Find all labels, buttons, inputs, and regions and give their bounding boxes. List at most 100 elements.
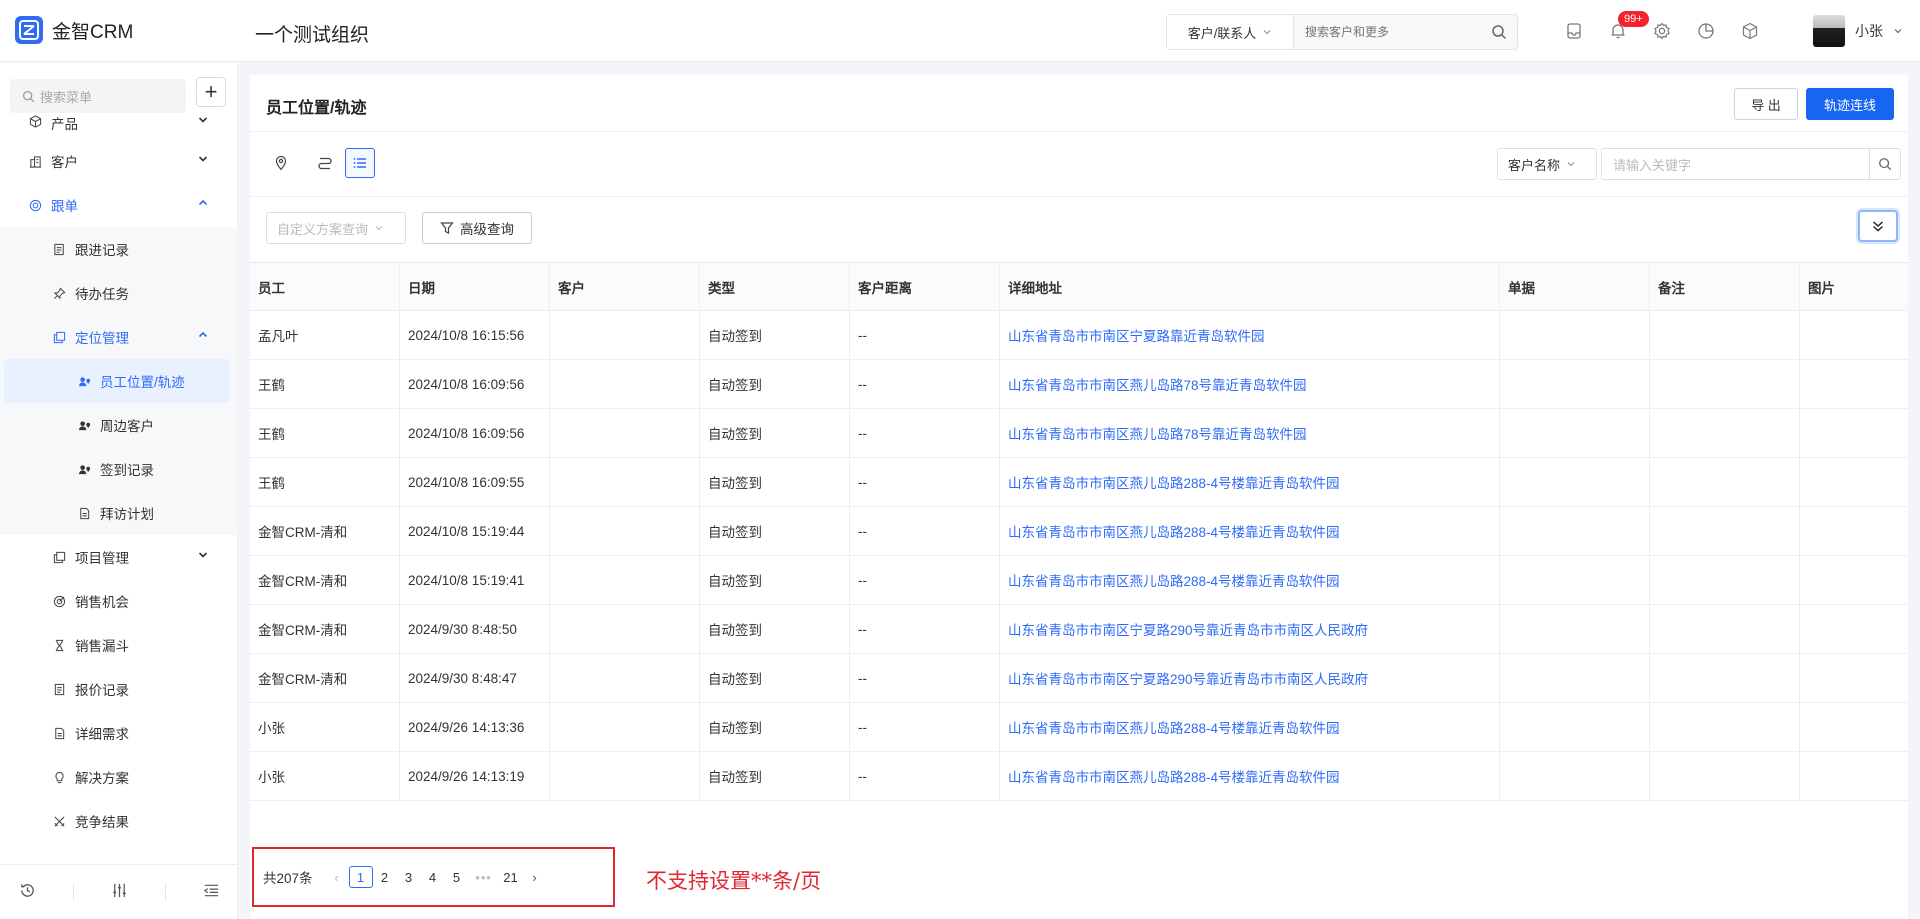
address-link[interactable]: 山东省青岛市市南区宁夏路靠近青岛软件园 [1000, 311, 1500, 359]
chevron-down-icon [1894, 29, 1902, 34]
advanced-query-button[interactable]: 高级查询 [422, 212, 532, 244]
history-icon[interactable] [19, 882, 36, 902]
table-row[interactable]: 王鹤 2024/10/8 16:09:56 自动签到 -- 山东省青岛市市南区燕儿岛路7… [250, 409, 1908, 458]
bell-icon[interactable]: 99+ [1608, 11, 1649, 41]
user-menu[interactable]: 小张 [1813, 15, 1903, 47]
chevron-down-icon [1567, 162, 1575, 167]
address-link[interactable]: 山东省青岛市市南区宁夏路290号靠近青岛市市南区人民政府 [1000, 654, 1500, 702]
app-logo[interactable]: 金智CRM [15, 16, 133, 44]
sidebar-item-sales-funnel[interactable]: 销售漏斗 [0, 623, 238, 667]
table-cell: -- [850, 409, 1000, 457]
table-cell: 自动签到 [700, 458, 850, 506]
route-view-toggle[interactable] [310, 148, 340, 178]
sidebar-item-project-management[interactable]: 项目管理 [0, 535, 238, 579]
custom-query-select[interactable]: 自定义方案查询 [266, 212, 406, 244]
sidebar-item-employee-track[interactable]: 员工位置/轨迹 [4, 359, 230, 403]
sidebar-item-quote-records[interactable]: 报价记录 [0, 667, 238, 711]
prev-page-icon[interactable]: ‹ [325, 866, 349, 888]
sidebar-item-follow-records[interactable]: 跟进记录 [0, 227, 238, 271]
column-header[interactable]: 备注 [1650, 263, 1800, 310]
address-link[interactable]: 山东省青岛市市南区燕儿岛路288-4号楼靠近青岛软件园 [1000, 703, 1500, 751]
table-row[interactable]: 金智CRM-清和 2024/9/30 8:48:47 自动签到 -- 山东省青岛市市南区… [250, 654, 1908, 703]
global-search-input[interactable] [1294, 15, 1481, 49]
sidebar-item-solutions[interactable]: 解决方案 [0, 755, 238, 799]
column-header[interactable]: 客户距离 [850, 263, 1000, 310]
column-header[interactable]: 类型 [700, 263, 850, 310]
column-header[interactable]: 详细地址 [1000, 263, 1500, 310]
menu-search-input[interactable]: 搜索菜单 [10, 79, 186, 113]
table-row[interactable]: 小张 2024/9/26 14:13:19 自动签到 -- 山东省青岛市市南区燕儿岛路2… [250, 752, 1908, 801]
column-header[interactable]: 图片 [1800, 263, 1908, 310]
sidebar-item-todo[interactable]: 待办任务 [0, 271, 238, 315]
chevron-down-icon [198, 115, 208, 128]
table-cell [1650, 507, 1800, 555]
column-header[interactable]: 单据 [1500, 263, 1650, 310]
sidebar-item-location-management[interactable]: 定位管理 [0, 315, 238, 359]
page-number[interactable]: 5 [445, 866, 469, 888]
keyword-input[interactable]: 请输入关键字 [1601, 148, 1869, 180]
document-icon [51, 681, 67, 697]
add-button[interactable]: + [196, 77, 226, 107]
sidebar-item-detailed-requirements[interactable]: 详细需求 [0, 711, 238, 755]
table-cell: -- [850, 360, 1000, 408]
export-button[interactable]: 导 出 [1734, 88, 1798, 120]
building-icon [27, 153, 43, 169]
table-row[interactable]: 小张 2024/9/26 14:13:36 自动签到 -- 山东省青岛市市南区燕儿岛路2… [250, 703, 1908, 752]
collapse-menu-icon[interactable] [203, 882, 220, 902]
table-row[interactable]: 王鹤 2024/10/8 16:09:56 自动签到 -- 山东省青岛市市南区燕儿岛路7… [250, 360, 1908, 409]
table-cell [1800, 703, 1908, 751]
track-line-button[interactable]: 轨迹连线 [1806, 88, 1894, 120]
table-row[interactable]: 金智CRM-清和 2024/10/8 15:19:44 自动签到 -- 山东省青岛市市南… [250, 507, 1908, 556]
pagination: 共207条 ‹ 12345 ••• 21 › [252, 847, 615, 907]
page-number[interactable]: 3 [397, 866, 421, 888]
address-link[interactable]: 山东省青岛市市南区燕儿岛路288-4号楼靠近青岛软件园 [1000, 507, 1500, 555]
collapse-toggle-button[interactable] [1858, 210, 1898, 242]
address-link[interactable]: 山东省青岛市市南区燕儿岛路288-4号楼靠近青岛软件园 [1000, 458, 1500, 506]
map-view-toggle[interactable] [266, 148, 296, 178]
inbox-icon[interactable] [1564, 21, 1584, 41]
table-cell [550, 654, 700, 702]
page-ellipsis[interactable]: ••• [469, 866, 499, 888]
column-header[interactable]: 客户 [550, 263, 700, 310]
address-link[interactable]: 山东省青岛市市南区燕儿岛路288-4号楼靠近青岛软件园 [1000, 556, 1500, 604]
search-icon[interactable] [1869, 148, 1901, 180]
sidebar-item-follow-up[interactable]: 跟单 [0, 183, 238, 227]
table-row[interactable]: 王鹤 2024/10/8 16:09:55 自动签到 -- 山东省青岛市市南区燕儿岛路2… [250, 458, 1908, 507]
chevron-up-icon [198, 330, 208, 343]
next-page-icon[interactable]: › [523, 866, 547, 888]
table-cell: 金智CRM-清和 [250, 507, 400, 555]
page-number[interactable]: 2 [373, 866, 397, 888]
bulb-icon [51, 769, 67, 785]
search-icon[interactable] [1481, 15, 1517, 49]
sidebar-item-sales-opportunity[interactable]: 销售机会 [0, 579, 238, 623]
sidebar-item-checkin-records[interactable]: 签到记录 [0, 447, 238, 491]
search-scope-select[interactable]: 客户/联系人 [1167, 15, 1294, 49]
sidebar-item-competition-results[interactable]: 竞争结果 [0, 799, 238, 843]
table-cell [1500, 458, 1650, 506]
sliders-icon[interactable] [111, 882, 128, 902]
table-cell [550, 360, 700, 408]
address-link[interactable]: 山东省青岛市市南区燕儿岛路288-4号楼靠近青岛软件园 [1000, 752, 1500, 800]
address-link[interactable]: 山东省青岛市市南区燕儿岛路78号靠近青岛软件园 [1000, 409, 1500, 457]
sidebar-item-customer[interactable]: 客户 [0, 139, 238, 183]
pie-chart-icon[interactable] [1696, 21, 1716, 41]
box-icon[interactable] [1740, 21, 1760, 41]
gear-icon[interactable] [1652, 21, 1672, 41]
table-cell [550, 311, 700, 359]
sidebar-item-visit-plan[interactable]: 拜访计划 [0, 491, 238, 535]
sidebar-item-product[interactable]: 产品 [0, 113, 238, 139]
target-icon [27, 197, 43, 213]
column-header[interactable]: 员工 [250, 263, 400, 310]
table-row[interactable]: 金智CRM-清和 2024/9/30 8:48:50 自动签到 -- 山东省青岛市市南区… [250, 605, 1908, 654]
address-link[interactable]: 山东省青岛市市南区宁夏路290号靠近青岛市市南区人民政府 [1000, 605, 1500, 653]
column-header[interactable]: 日期 [400, 263, 550, 310]
sidebar-item-nearby-customers[interactable]: 周边客户 [0, 403, 238, 447]
list-view-toggle[interactable] [345, 148, 375, 178]
search-field-select[interactable]: 客户名称 [1497, 148, 1597, 180]
address-link[interactable]: 山东省青岛市市南区燕儿岛路78号靠近青岛软件园 [1000, 360, 1500, 408]
page-number[interactable]: 4 [421, 866, 445, 888]
page-number[interactable]: 1 [348, 866, 373, 888]
table-row[interactable]: 孟凡叶 2024/10/8 16:15:56 自动签到 -- 山东省青岛市市南区宁夏路靠… [250, 311, 1908, 360]
page-last[interactable]: 21 [499, 866, 523, 888]
table-row[interactable]: 金智CRM-清和 2024/10/8 15:19:41 自动签到 -- 山东省青岛市市南… [250, 556, 1908, 605]
